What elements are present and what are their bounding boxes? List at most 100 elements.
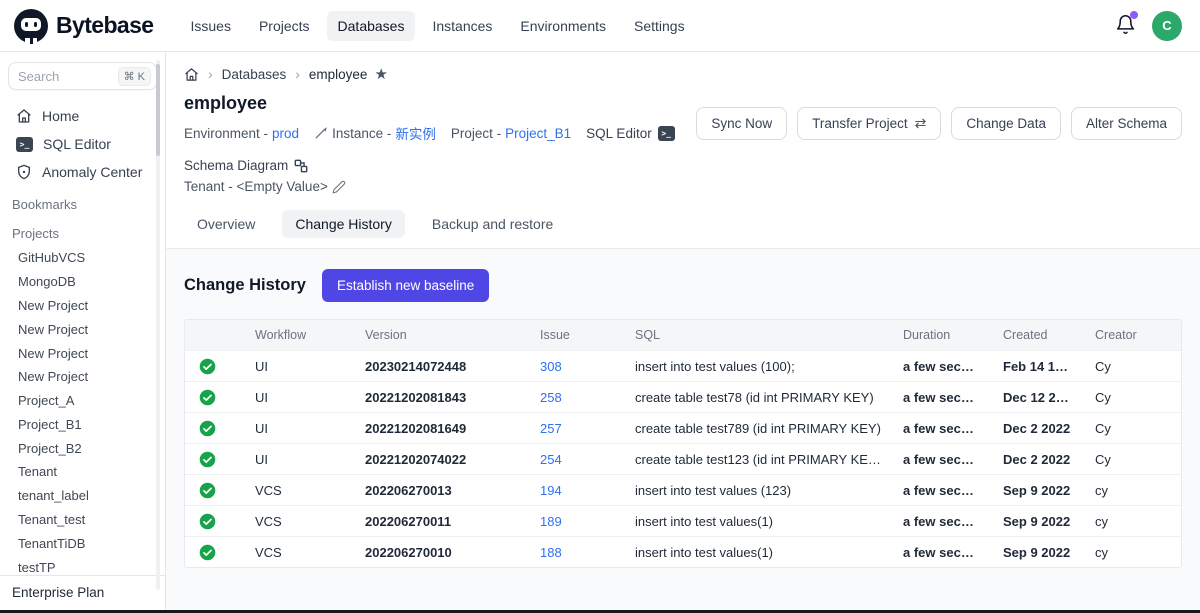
- column-header-version: Version: [351, 320, 526, 351]
- sidebar-project-tenant[interactable]: Tenant: [0, 460, 165, 484]
- issue-cell[interactable]: 254: [526, 444, 621, 475]
- topnav-item-databases[interactable]: Databases: [327, 11, 416, 41]
- tab-backup-and-restore[interactable]: Backup and restore: [419, 210, 566, 238]
- change-history-panel: Change History Establish new baseline Wo…: [166, 249, 1200, 613]
- terminal-icon: >_: [16, 137, 33, 152]
- sql-cell: create table test123 (id int PRIMARY KEY…: [621, 444, 889, 475]
- sidebar-project-githubvcs[interactable]: GitHubVCS: [0, 246, 165, 270]
- change-history-row[interactable]: UI20221202074022254create table test123 …: [185, 444, 1181, 475]
- version-cell: 20221202081649: [351, 413, 526, 444]
- creator-cell: Cy: [1081, 382, 1181, 413]
- meta-line-1: Environment - prod Instance - 新实例 Projec…: [184, 123, 696, 173]
- topnav-item-projects[interactable]: Projects: [248, 11, 321, 41]
- change-history-row[interactable]: UI20221202081843258create table test78 (…: [185, 382, 1181, 413]
- tab-overview[interactable]: Overview: [184, 210, 268, 238]
- sql-cell: create table test78 (id int PRIMARY KEY): [621, 382, 889, 413]
- issue-cell[interactable]: 258: [526, 382, 621, 413]
- success-check-icon: [199, 513, 216, 530]
- instance-link[interactable]: 新实例: [395, 123, 436, 143]
- environment-link[interactable]: prod: [272, 126, 299, 141]
- sidebar-scrollbar-thumb[interactable]: [156, 64, 160, 156]
- sidebar-project-tenanttidb[interactable]: TenantTiDB: [0, 531, 165, 555]
- home-icon: [16, 108, 32, 124]
- sidebar-project-tenant-test[interactable]: Tenant_test: [0, 508, 165, 532]
- created-cell: Dec 2 2022: [989, 444, 1081, 475]
- change-history-row[interactable]: VCS202206270013194insert into test value…: [185, 475, 1181, 506]
- column-header-sql: SQL: [621, 320, 889, 351]
- change-data-button[interactable]: Change Data: [951, 107, 1061, 140]
- duration-cell: a few seconds: [889, 475, 989, 506]
- tab-change-history[interactable]: Change History: [282, 210, 405, 238]
- change-history-row[interactable]: UI20221202081649257create table test789 …: [185, 413, 1181, 444]
- sidebar-project-tenant-label[interactable]: tenant_label: [0, 484, 165, 508]
- alter-schema-button[interactable]: Alter Schema: [1071, 107, 1182, 140]
- sidebar-project-new-project[interactable]: New Project: [0, 294, 165, 318]
- enterprise-plan-label[interactable]: Enterprise Plan: [0, 575, 165, 613]
- sql-cell: insert into test values(1): [621, 537, 889, 568]
- sidebar-item-home[interactable]: Home: [0, 102, 165, 130]
- topnav-item-settings[interactable]: Settings: [623, 11, 696, 41]
- sql-cell: create table test789 (id int PRIMARY KEY…: [621, 413, 889, 444]
- sidebar-project-project-b2[interactable]: Project_B2: [0, 436, 165, 460]
- terminal-icon: >_: [658, 126, 675, 141]
- issue-cell[interactable]: 189: [526, 506, 621, 537]
- change-history-row[interactable]: UI20230214072448308insert into test valu…: [185, 351, 1181, 382]
- breadcrumb: › Databases › employee ★: [184, 65, 1182, 83]
- issue-cell[interactable]: 188: [526, 537, 621, 568]
- schema-diagram-label: Schema Diagram: [184, 158, 288, 173]
- sidebar-project-project-a[interactable]: Project_A: [0, 389, 165, 413]
- created-cell: Sep 9 2022: [989, 506, 1081, 537]
- transfer-project-button[interactable]: Transfer Project⇄: [797, 107, 941, 140]
- column-header-issue: Issue: [526, 320, 621, 351]
- search-box[interactable]: ⌘ K: [8, 62, 157, 90]
- search-input[interactable]: [18, 69, 106, 84]
- version-cell: 20221202081843: [351, 382, 526, 413]
- project-list: GitHubVCSMongoDBNew ProjectNew ProjectNe…: [0, 246, 165, 603]
- sidebar-item-anomaly-center[interactable]: Anomaly Center: [0, 158, 165, 186]
- bookmark-star-icon[interactable]: ★: [374, 65, 387, 83]
- sidebar-project-new-project[interactable]: New Project: [0, 341, 165, 365]
- sql-editor-link[interactable]: SQL Editor >_: [586, 126, 675, 141]
- version-cell: 20221202074022: [351, 444, 526, 475]
- bytebase-logo[interactable]: Bytebase: [14, 9, 153, 43]
- topnav-item-environments[interactable]: Environments: [509, 11, 617, 41]
- sidebar-project-new-project[interactable]: New Project: [0, 365, 165, 389]
- sync-now-button[interactable]: Sync Now: [696, 107, 787, 140]
- status-cell: [185, 475, 241, 506]
- sidebar-project-new-project[interactable]: New Project: [0, 317, 165, 341]
- success-check-icon: [199, 389, 216, 406]
- sidebar-item-label: Anomaly Center: [42, 164, 142, 180]
- column-header-workflow: Workflow: [241, 320, 351, 351]
- duration-cell: a few seconds: [889, 537, 989, 568]
- edit-pencil-icon[interactable]: [332, 180, 346, 194]
- sidebar-project-project-b1[interactable]: Project_B1: [0, 412, 165, 436]
- duration-cell: a few seconds: [889, 382, 989, 413]
- sql-cell: insert into test values(1): [621, 506, 889, 537]
- establish-baseline-button[interactable]: Establish new baseline: [322, 269, 489, 302]
- home-breadcrumb-icon[interactable]: [184, 67, 199, 82]
- project-link[interactable]: Project_B1: [505, 126, 571, 141]
- sidebar: ⌘ K Home >_ SQL Editor Anomaly Center Bo…: [0, 52, 166, 613]
- topnav-item-instances[interactable]: Instances: [421, 11, 503, 41]
- status-cell: [185, 537, 241, 568]
- change-history-row[interactable]: VCS202206270011189insert into test value…: [185, 506, 1181, 537]
- notifications-button[interactable]: [1115, 11, 1136, 40]
- breadcrumb-current: employee: [309, 67, 368, 82]
- issue-cell[interactable]: 308: [526, 351, 621, 382]
- change-history-row[interactable]: VCS202206270010188insert into test value…: [185, 537, 1181, 568]
- schema-diagram-link[interactable]: Schema Diagram: [184, 158, 308, 173]
- status-cell: [185, 506, 241, 537]
- version-cell: 20230214072448: [351, 351, 526, 382]
- sidebar-project-mongodb[interactable]: MongoDB: [0, 270, 165, 294]
- issue-cell[interactable]: 257: [526, 413, 621, 444]
- status-cell: [185, 413, 241, 444]
- topnav-item-issues[interactable]: Issues: [179, 11, 241, 41]
- user-avatar[interactable]: C: [1152, 11, 1182, 41]
- table-header-row: WorkflowVersionIssueSQLDurationCreatedCr…: [185, 320, 1181, 351]
- status-cell: [185, 351, 241, 382]
- page-title: employee: [184, 93, 696, 114]
- issue-cell[interactable]: 194: [526, 475, 621, 506]
- creator-cell: Cy: [1081, 444, 1181, 475]
- breadcrumb-databases[interactable]: Databases: [222, 67, 287, 82]
- sidebar-item-sql-editor[interactable]: >_ SQL Editor: [0, 130, 165, 158]
